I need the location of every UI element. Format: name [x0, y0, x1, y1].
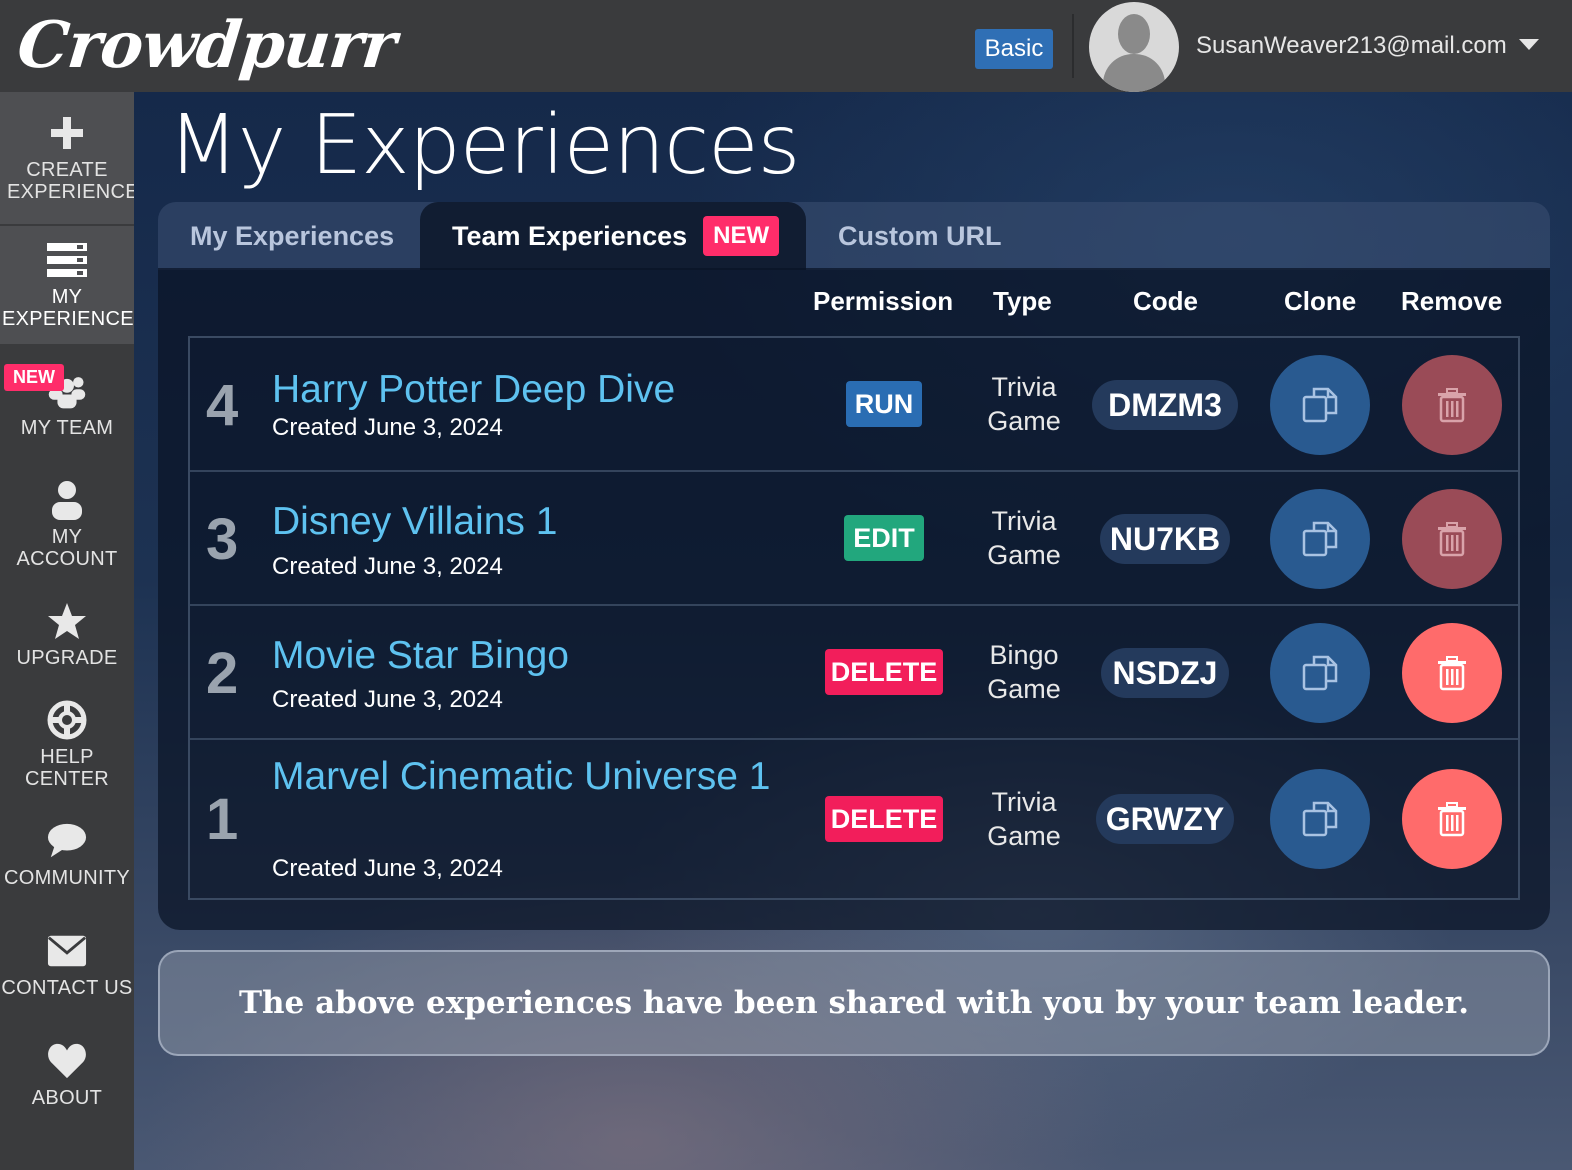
- row-number: 1: [206, 787, 239, 852]
- row-number: 3: [206, 507, 239, 572]
- experience-title-link[interactable]: Movie Star Bingo: [272, 634, 569, 678]
- trash-icon: [1438, 388, 1466, 423]
- clone-button[interactable]: [1270, 489, 1370, 589]
- experience-title-link[interactable]: Harry Potter Deep Dive: [272, 368, 675, 412]
- sidebar-item-community[interactable]: COMMUNITY: [0, 800, 134, 910]
- type-line: Game: [987, 540, 1061, 570]
- type-line: Trivia: [991, 787, 1057, 817]
- experience-code: DMZM3: [1092, 380, 1238, 430]
- tab-label: Team Experiences: [452, 220, 688, 251]
- clone-button[interactable]: [1270, 355, 1370, 455]
- experience-code: NSDZJ: [1101, 648, 1229, 698]
- column-header-remove: Remove: [1401, 286, 1503, 316]
- experience-code: NU7KB: [1100, 514, 1230, 564]
- type-line: Trivia: [991, 372, 1057, 402]
- clone-button[interactable]: [1270, 769, 1370, 869]
- heart-icon: [47, 1041, 87, 1081]
- row-number: 4: [206, 373, 239, 438]
- tab-team-experiences[interactable]: Team Experiences NEW: [420, 202, 806, 270]
- experience-type: Trivia Game: [964, 504, 1084, 572]
- sidebar-item-my-account[interactable]: MY ACCOUNT: [0, 470, 134, 580]
- star-icon: [47, 601, 87, 641]
- new-badge: NEW: [4, 364, 64, 391]
- column-header-type: Type: [993, 286, 1052, 316]
- row-number: 2: [206, 641, 239, 706]
- column-header-permission: Permission: [813, 286, 954, 316]
- type-line: Bingo: [989, 640, 1059, 670]
- tab-custom-url[interactable]: Custom URL: [838, 202, 1002, 270]
- plan-badge[interactable]: Basic: [975, 29, 1053, 69]
- created-date: Created June 3, 2024: [272, 553, 503, 580]
- experience-type: Trivia Game: [964, 370, 1084, 438]
- tab-label: My Experiences: [190, 220, 395, 251]
- trash-icon: [1438, 656, 1466, 691]
- sidebar-item-upgrade[interactable]: UPGRADE: [0, 580, 134, 690]
- list-icon: [47, 240, 87, 280]
- remove-button[interactable]: [1402, 355, 1502, 455]
- sidebar-item-help-center[interactable]: HELP CENTER: [0, 690, 134, 800]
- type-line: Game: [987, 674, 1061, 704]
- tab-label: Custom URL: [838, 220, 1002, 251]
- type-line: Game: [987, 406, 1061, 436]
- sidebar-item-contact-us[interactable]: CONTACT US: [0, 910, 134, 1020]
- type-line: Trivia: [991, 506, 1057, 536]
- avatar-body-shape: [1103, 54, 1165, 92]
- created-date: Created June 3, 2024: [272, 686, 503, 713]
- experience-type: Trivia Game: [964, 785, 1084, 853]
- copy-icon: [1302, 387, 1338, 423]
- permission-badge-run[interactable]: RUN: [846, 381, 922, 427]
- sidebar-item-my-experiences[interactable]: MY EXPERIENCES: [0, 226, 148, 344]
- trash-icon: [1438, 802, 1466, 837]
- lifebuoy-icon: [47, 700, 87, 740]
- user-email[interactable]: SusanWeaver213@mail.com: [1196, 32, 1507, 60]
- remove-button[interactable]: [1402, 769, 1502, 869]
- sidebar-item-create-experience[interactable]: CREATE EXPERIENCE: [0, 92, 139, 224]
- copy-icon: [1302, 655, 1338, 691]
- sidebar-item-about[interactable]: ABOUT: [0, 1020, 134, 1130]
- created-date: Created June 3, 2024: [272, 414, 503, 441]
- avatar-head-shape: [1118, 14, 1150, 54]
- copy-icon: [1302, 801, 1338, 837]
- column-header-clone: Clone: [1284, 286, 1357, 316]
- envelope-icon: [47, 931, 87, 971]
- chat-bubble-icon: [47, 821, 87, 861]
- permission-badge-edit[interactable]: EDIT: [844, 515, 924, 561]
- trash-icon: [1438, 522, 1466, 557]
- sidebar-item-label: CONTACT US: [1, 977, 133, 999]
- remove-button[interactable]: [1402, 623, 1502, 723]
- divider: [1072, 14, 1074, 78]
- shared-note-text: The above experiences have been shared w…: [238, 985, 1470, 1021]
- user-icon: [47, 480, 87, 520]
- shared-note: The above experiences have been shared w…: [158, 950, 1550, 1056]
- crowdpurr-logo[interactable]: Crowdpurr: [14, 6, 399, 86]
- type-line: Game: [987, 821, 1061, 851]
- experience-title-link[interactable]: Marvel Cinematic Universe 1: [272, 755, 771, 799]
- clone-button[interactable]: [1270, 623, 1370, 723]
- remove-button[interactable]: [1402, 489, 1502, 589]
- avatar[interactable]: [1089, 2, 1179, 92]
- permission-badge-delete[interactable]: DELETE: [825, 796, 943, 842]
- experience-type: Bingo Game: [964, 638, 1084, 706]
- permission-badge-delete[interactable]: DELETE: [825, 649, 943, 695]
- page-title: My Experiences: [168, 98, 800, 193]
- new-badge: NEW: [703, 216, 780, 256]
- sidebar-item-label: CREATE EXPERIENCE: [7, 159, 139, 203]
- sidebar-item-label: COMMUNITY: [3, 867, 131, 889]
- sidebar-item-label: MY EXPERIENCES: [2, 286, 148, 330]
- chevron-down-icon[interactable]: [1519, 39, 1539, 50]
- sidebar-item-label: MY TEAM: [20, 417, 114, 439]
- sidebar-item-label: UPGRADE: [16, 647, 118, 669]
- created-date: Created June 3, 2024: [272, 855, 503, 882]
- sidebar-item-label: MY ACCOUNT: [16, 526, 118, 570]
- top-bar: Crowdpurr Basic SusanWeaver213@mail.com: [0, 0, 1572, 92]
- experience-code: GRWZY: [1096, 794, 1234, 844]
- experience-title-link[interactable]: Disney Villains 1: [272, 500, 557, 544]
- sidebar-item-label: ABOUT: [31, 1087, 103, 1109]
- column-header-code: Code: [1133, 286, 1198, 316]
- sidebar-item-label: HELP CENTER: [24, 746, 110, 790]
- tab-my-experiences[interactable]: My Experiences: [190, 202, 394, 270]
- plus-icon: [47, 113, 87, 153]
- copy-icon: [1302, 521, 1338, 557]
